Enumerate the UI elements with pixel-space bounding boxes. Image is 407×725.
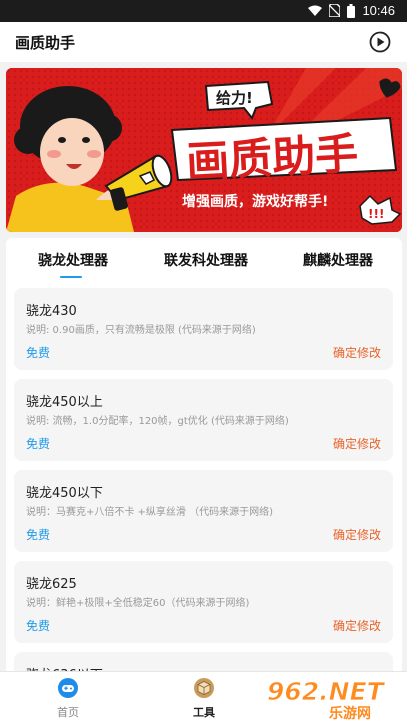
play-circle-icon[interactable] — [369, 31, 391, 53]
promo-banner[interactable]: 给力! 画质助手 增强画质，游戏好帮手! !!! — [6, 68, 402, 232]
item-description: 说明: 0.90画质，只有流畅是极限 (代码来源于网络) — [26, 325, 256, 336]
page-title: 画质助手 — [15, 34, 76, 52]
tab-mediatek[interactable]: 联发科处理器 — [164, 250, 248, 270]
list-item[interactable]: 骁龙430 说明: 0.90画质，只有流畅是极限 (代码来源于网络) 免费 确定… — [14, 288, 393, 370]
banner-slogan: 增强画质，游戏好帮手! — [182, 193, 328, 210]
item-name: 骁龙450以下 — [26, 486, 103, 501]
no-sim-icon — [329, 4, 341, 17]
app-bar: 画质助手 — [0, 22, 407, 62]
battery-icon — [347, 3, 356, 18]
confirm-modify-button[interactable]: 确定修改 — [333, 617, 381, 634]
banner-bubble-text: 给力! — [216, 89, 253, 107]
tab-snapdragon[interactable]: 骁龙处理器 — [38, 250, 108, 270]
list-item[interactable]: 骁龙450以下 说明：马赛克+八倍不卡 +纵享丝滑 （代码来源于网络) 免费 确… — [14, 470, 393, 552]
item-description: 说明: 流畅，1.0分配率，120帧，gt优化 (代码来源于网络) — [26, 416, 289, 427]
tab-active-indicator — [60, 276, 82, 278]
processor-panel: 骁龙处理器 联发科处理器 麒麟处理器 骁龙430 说明: 0.90画质，只有流畅… — [6, 238, 402, 678]
item-description: 说明：鲜艳+极限+全低稳定60（代码来源于网络) — [26, 598, 250, 609]
processor-tabs: 骁龙处理器 联发科处理器 麒麟处理器 — [6, 238, 402, 284]
box-icon — [194, 678, 214, 698]
banner-exclaim: !!! — [368, 207, 384, 221]
tab-kirin[interactable]: 麒麟处理器 — [303, 250, 373, 270]
confirm-modify-button[interactable]: 确定修改 — [333, 435, 381, 452]
item-name: 骁龙430 — [26, 304, 77, 319]
item-price: 免费 — [26, 346, 51, 360]
item-price: 免费 — [26, 619, 51, 633]
nav-home-label: 首页 — [57, 706, 79, 719]
nav-home[interactable]: 首页 — [38, 678, 98, 720]
list-item[interactable]: 骁龙450以上 说明: 流畅，1.0分配率，120帧，gt优化 (代码来源于网络… — [14, 379, 393, 461]
list-item[interactable]: 骁龙625 说明：鲜艳+极限+全低稳定60（代码来源于网络) 免费 确定修改 — [14, 561, 393, 643]
watermark-sub: 乐游网 — [329, 705, 371, 722]
banner-headline: 画质助手 — [185, 129, 359, 188]
banner-illustration: 给力! 画质助手 增强画质，游戏好帮手! !!! — [6, 68, 402, 232]
item-name: 骁龙625 — [26, 577, 77, 592]
confirm-modify-button[interactable]: 确定修改 — [333, 344, 381, 361]
status-time: 10:46 — [362, 3, 395, 18]
confirm-modify-button[interactable]: 确定修改 — [333, 526, 381, 543]
nav-tools-label: 工具 — [193, 706, 215, 719]
item-price: 免费 — [26, 528, 51, 542]
wifi-icon — [308, 5, 323, 16]
item-price: 免费 — [26, 437, 51, 451]
item-description: 说明：马赛克+八倍不卡 +纵享丝滑 （代码来源于网络) — [26, 507, 274, 518]
watermark-brand: 962.NET — [267, 677, 386, 706]
watermark-logo: 962.NET 乐游网 — [263, 674, 403, 722]
item-name: 骁龙450以上 — [26, 395, 103, 410]
nav-tools[interactable]: 工具 — [174, 678, 234, 720]
gamepad-icon — [58, 678, 78, 698]
status-bar: 10:46 — [0, 0, 407, 22]
